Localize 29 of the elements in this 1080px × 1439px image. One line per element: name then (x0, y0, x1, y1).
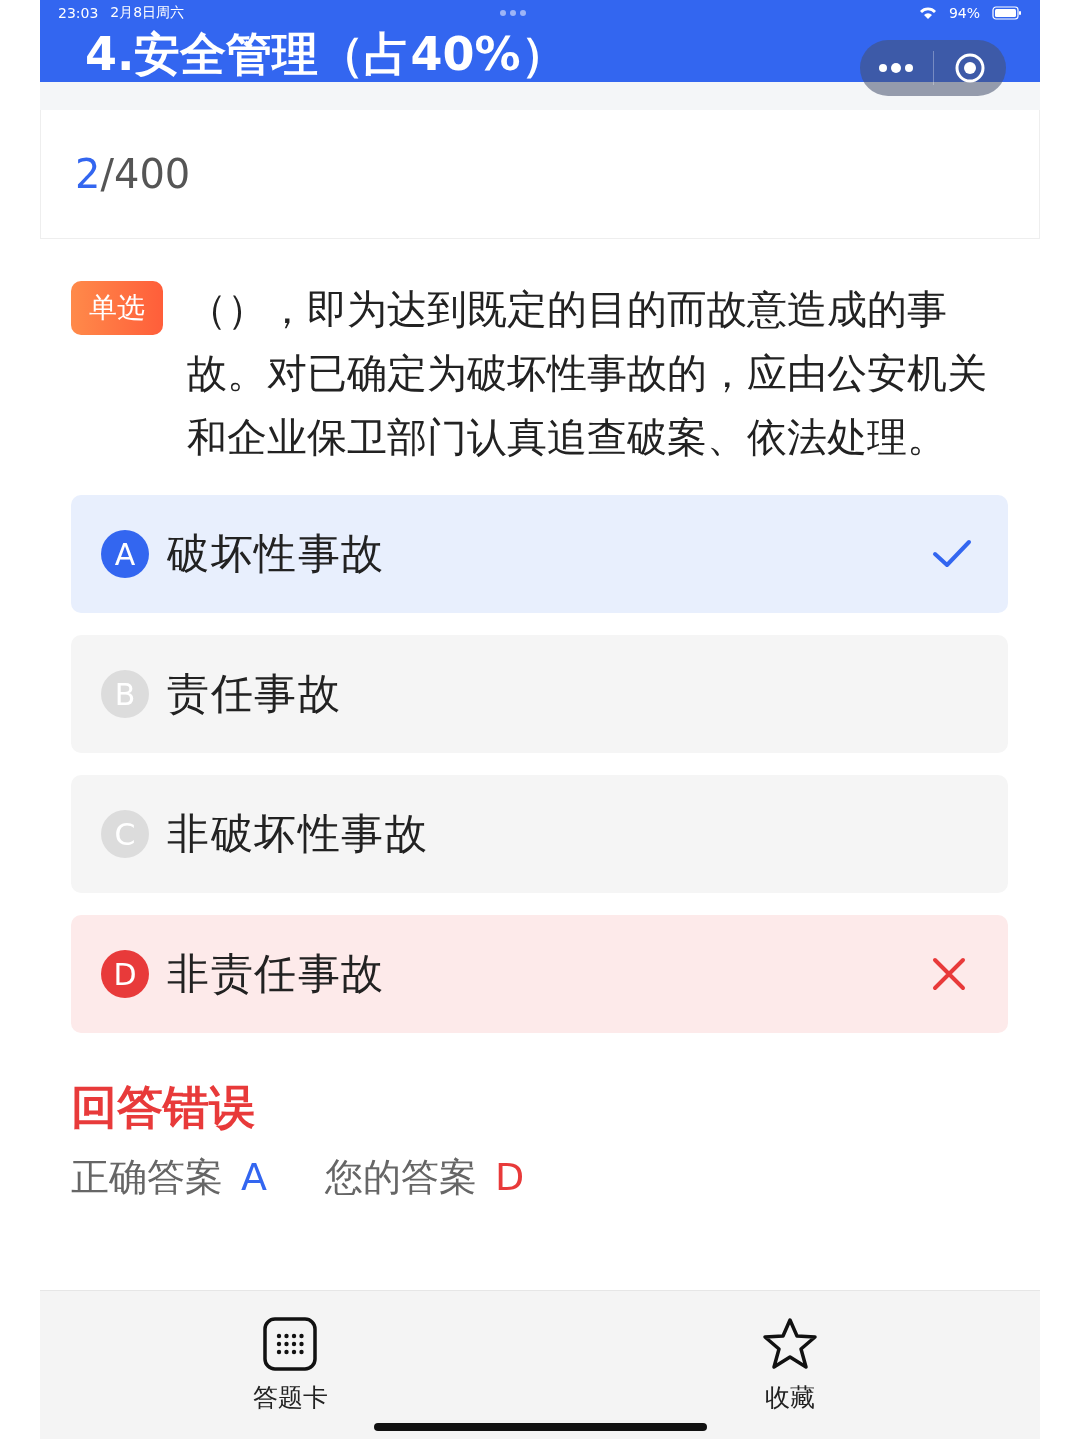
question-type-tag: 单选 (71, 281, 163, 335)
status-time: 23:03 (58, 5, 99, 21)
page-title: 4.安全管理（占40%） (85, 26, 567, 82)
answer-option[interactable]: D 非责任事故 (71, 915, 1008, 1033)
option-text: 非责任事故 (167, 948, 386, 1000)
more-icon (498, 9, 527, 17)
wifi-icon (918, 6, 937, 20)
answer-option[interactable]: A 破坏性事故 (71, 495, 1008, 613)
battery-icon (992, 6, 1022, 20)
correct-answer-label: 正确答案 (71, 1154, 223, 1201)
your-answer-value: D (495, 1154, 525, 1201)
option-letter: A (101, 530, 149, 578)
more-icon[interactable] (878, 63, 915, 73)
status-date: 2月8日周六 (110, 4, 185, 22)
bottom-bar-button[interactable]: 收藏 (540, 1291, 1040, 1439)
bottom-bar-button[interactable]: 答题卡 (40, 1291, 540, 1439)
your-answer-label: 您的答案 (325, 1154, 477, 1201)
option-text: 破坏性事故 (167, 528, 386, 580)
option-text: 非破坏性事故 (167, 808, 429, 860)
question-text: （），即为达到既定的目的而故意造成的事故。对已确定为破坏性事故的，应由公安机关和企业保卫部门认真追查破案、依法处理。 (187, 285, 988, 462)
check-icon (932, 539, 972, 569)
battery-percent: 94% (948, 5, 980, 21)
option-letter: D (101, 950, 149, 998)
grid-icon (263, 1317, 317, 1371)
result-verdict: 回答错误 (71, 1079, 256, 1136)
correct-answer-value: A (241, 1154, 267, 1201)
star-icon (762, 1317, 818, 1371)
option-text: 责任事故 (167, 668, 342, 720)
question-counter: 2/400 (40, 110, 1040, 239)
